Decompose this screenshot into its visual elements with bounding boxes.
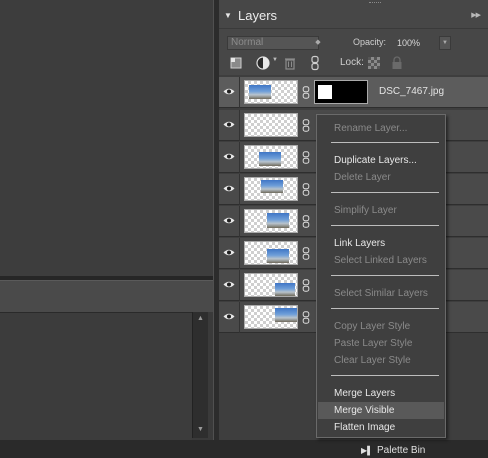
layer-name: DSC_7467.jpg: [379, 86, 445, 97]
left-status-bar: [0, 440, 219, 458]
adjustment-layer-icon[interactable]: [255, 55, 271, 71]
menu-item-paste-layer-style[interactable]: Paste Layer Style: [318, 335, 444, 352]
mask-white-shape: [318, 85, 332, 99]
palette-bin-button[interactable]: Palette Bin: [377, 445, 425, 456]
menu-item-copy-layer-style[interactable]: Copy Layer Style: [318, 318, 444, 335]
menu-item-link-layers[interactable]: Link Layers: [318, 235, 444, 252]
row-separator: [239, 77, 240, 108]
eye-icon[interactable]: [223, 248, 235, 257]
row-separator: [239, 270, 240, 301]
menu-item-rename-layer[interactable]: Rename Layer...: [318, 120, 444, 137]
opacity-label: Opacity:: [353, 37, 387, 47]
adjustment-dropdown-icon[interactable]: ▼: [272, 57, 278, 63]
layer-thumbnail: [244, 145, 298, 169]
menu-item-merge-visible[interactable]: Merge Visible: [318, 402, 444, 419]
row-separator: [239, 142, 240, 173]
collapse-triangle-icon[interactable]: ▼: [224, 11, 232, 20]
layer-thumbnail: [244, 113, 298, 137]
menu-item-delete-layer[interactable]: Delete Layer: [318, 169, 444, 186]
scroll-up-icon[interactable]: ▲: [195, 314, 206, 324]
eye-icon[interactable]: [223, 312, 235, 321]
menu-item-duplicate-layers[interactable]: Duplicate Layers...: [318, 152, 444, 169]
blend-mode-dropdown-icon[interactable]: ◆: [311, 36, 325, 50]
eye-icon[interactable]: [223, 280, 235, 289]
row-separator: [239, 174, 240, 205]
row-separator: [239, 302, 240, 333]
row-separator: [239, 238, 240, 269]
image-workspace[interactable]: [0, 0, 213, 276]
blend-mode-select[interactable]: Normal: [227, 36, 319, 50]
project-bin-area[interactable]: [0, 312, 192, 440]
mask-link-icon[interactable]: [302, 247, 310, 260]
project-bin-scrollbar[interactable]: ▲ ▼: [192, 312, 208, 438]
trash-icon[interactable]: [282, 55, 298, 71]
menu-item-select-linked-layers[interactable]: Select Linked Layers: [318, 252, 444, 269]
menu-separator: [331, 375, 439, 376]
mask-link-icon[interactable]: [302, 151, 310, 164]
menu-separator: [331, 275, 439, 276]
lock-label: Lock:: [340, 57, 364, 68]
eye-icon[interactable]: [223, 152, 235, 161]
project-bin-header: [0, 280, 213, 312]
menu-separator: [331, 192, 439, 193]
menu-item-simplify-layer[interactable]: Simplify Layer: [318, 202, 444, 219]
new-layer-icon[interactable]: [228, 55, 244, 71]
layer-thumbnail: [244, 305, 298, 329]
menu-item-clear-layer-style[interactable]: Clear Layer Style: [318, 352, 444, 369]
layer-thumbnail: [244, 80, 298, 104]
menu-item-merge-layers[interactable]: Merge Layers: [318, 385, 444, 402]
mask-link-icon[interactable]: [302, 279, 310, 292]
header-divider: [219, 28, 488, 29]
bottom-status-bar: [219, 440, 488, 458]
eye-icon[interactable]: [223, 120, 235, 129]
menu-item-flatten-image[interactable]: Flatten Image: [318, 419, 444, 436]
link-icon[interactable]: [307, 55, 323, 71]
mask-link-icon[interactable]: [302, 215, 310, 228]
layer-row[interactable]: DSC_7467.jpg: [219, 77, 488, 108]
menu-item-select-similar-layers[interactable]: Select Similar Layers: [318, 285, 444, 302]
panel-title: Layers: [238, 8, 278, 23]
panel-menu-icon[interactable]: ▶▶: [471, 11, 481, 19]
palette-bin-toggle-icon[interactable]: ▶▌: [361, 446, 373, 455]
layer-mask-thumbnail[interactable]: [314, 80, 368, 104]
menu-separator: [331, 142, 439, 143]
lock-transparency-icon[interactable]: [366, 55, 382, 71]
opacity-dropdown-icon[interactable]: ▼: [439, 36, 451, 50]
eye-icon[interactable]: [223, 87, 235, 96]
lock-all-icon[interactable]: [389, 55, 405, 71]
eye-icon[interactable]: [223, 184, 235, 193]
layer-context-menu: Rename Layer... Duplicate Layers... Dele…: [316, 114, 446, 438]
layers-panel-header[interactable]: ▼ Layers ▶▶: [219, 6, 488, 26]
row-separator: [239, 206, 240, 237]
layer-thumbnail: [244, 273, 298, 297]
layer-thumbnail: [244, 209, 298, 233]
row-separator: [239, 110, 240, 141]
menu-separator: [331, 308, 439, 309]
mask-link-icon[interactable]: [302, 311, 310, 324]
mask-link-icon[interactable]: [302, 86, 310, 99]
menu-separator: [331, 225, 439, 226]
scroll-down-icon[interactable]: ▼: [195, 425, 206, 435]
layer-thumbnail: [244, 241, 298, 265]
panel-grip-icon[interactable]: [369, 2, 381, 5]
mask-link-icon[interactable]: [302, 119, 310, 132]
eye-icon[interactable]: [223, 216, 235, 225]
mask-link-icon[interactable]: [302, 183, 310, 196]
layer-thumbnail: [244, 177, 298, 201]
